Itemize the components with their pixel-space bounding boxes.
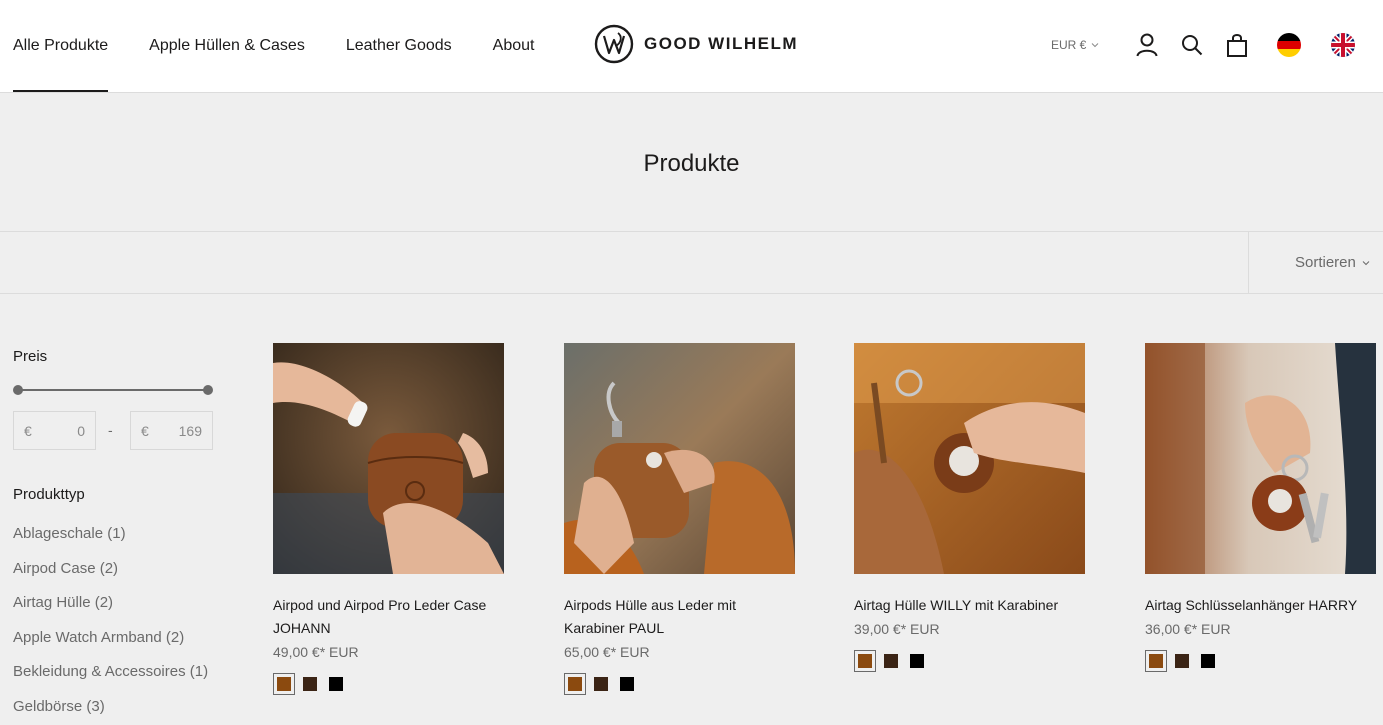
flag-uk-icon[interactable] xyxy=(1331,33,1355,57)
swatch-dark-brown[interactable] xyxy=(299,673,321,695)
swatch-cognac[interactable] xyxy=(854,650,876,672)
swatch-cognac[interactable] xyxy=(1145,650,1167,672)
logo[interactable]: GOOD WILHELM xyxy=(594,24,798,64)
product-price: 65,00 €* EUR xyxy=(564,644,650,660)
filter-item-airpod-case[interactable]: Airpod Case (2) xyxy=(13,558,208,593)
color-swatches xyxy=(854,650,1085,672)
swatch-black[interactable] xyxy=(906,650,928,672)
swatch-dark-brown[interactable] xyxy=(880,650,902,672)
product-title[interactable]: Airpod und Airpod Pro Leder Case JOHANN xyxy=(273,594,504,640)
product-image[interactable] xyxy=(1145,343,1376,574)
product-title[interactable]: Airtag Hülle WILLY mit Karabiner xyxy=(854,594,1085,617)
swatch-cognac[interactable] xyxy=(564,673,586,695)
sort-label: Sortieren xyxy=(1295,254,1356,271)
product-type-heading: Produkttyp xyxy=(13,486,85,503)
collection-toolbar: Sortieren xyxy=(0,232,1383,294)
swatch-black[interactable] xyxy=(325,673,347,695)
cart-icon[interactable] xyxy=(1225,32,1249,58)
collection-header: Produkte xyxy=(0,93,1383,232)
slider-handle-min[interactable] xyxy=(13,385,23,395)
slider-track xyxy=(18,389,208,391)
currency-label: EUR € xyxy=(1051,38,1087,52)
nav-item-leather-goods[interactable]: Leather Goods xyxy=(346,0,452,92)
product-title[interactable]: Airtag Schlüsselanhänger HARRY xyxy=(1145,594,1376,617)
search-icon[interactable] xyxy=(1180,32,1204,58)
price-min-input[interactable] xyxy=(31,422,85,439)
price-min-field[interactable]: € xyxy=(13,411,96,450)
color-swatches xyxy=(273,673,504,695)
flag-de-icon[interactable] xyxy=(1277,33,1301,57)
price-range-slider[interactable] xyxy=(13,384,213,396)
swatch-dark-brown[interactable] xyxy=(1171,650,1193,672)
price-filter-heading: Preis xyxy=(13,348,48,365)
price-separator: - xyxy=(108,422,113,438)
color-swatches xyxy=(1145,650,1376,672)
filter-item-apple-watch-armband[interactable]: Apple Watch Armband (2) xyxy=(13,627,208,662)
swatch-cognac[interactable] xyxy=(273,673,295,695)
product-card: Airpods Hülle aus Leder mit Karabiner PA… xyxy=(564,343,795,695)
swatch-black[interactable] xyxy=(1197,650,1219,672)
product-price: 39,00 €* EUR xyxy=(854,621,940,637)
currency-selector[interactable]: EUR € xyxy=(1051,38,1099,52)
filter-item-bekleidung[interactable]: Bekleidung & Accessoires (1) xyxy=(13,661,208,696)
currency-symbol: € xyxy=(24,422,32,439)
nav-item-about[interactable]: About xyxy=(493,0,535,92)
chevron-down-icon xyxy=(1362,260,1370,265)
product-type-list: Ablageschale (1) Airpod Case (2) Airtag … xyxy=(13,523,208,725)
page-title: Produkte xyxy=(643,150,740,177)
site-header: Alle Produkte Apple Hüllen & Cases Leath… xyxy=(0,0,1383,93)
color-swatches xyxy=(564,673,795,695)
sort-button[interactable]: Sortieren xyxy=(1248,232,1383,293)
product-image[interactable] xyxy=(854,343,1085,574)
product-card: Airtag Hülle WILLY mit Karabiner 39,00 €… xyxy=(854,343,1085,672)
swatch-black[interactable] xyxy=(616,673,638,695)
logo-text: GOOD WILHELM xyxy=(644,34,798,53)
filter-item-airtag-huelle[interactable]: Airtag Hülle (2) xyxy=(13,592,208,627)
price-max-field[interactable]: € xyxy=(130,411,213,450)
currency-symbol: € xyxy=(141,422,149,439)
price-max-input[interactable] xyxy=(148,422,202,439)
chevron-down-icon xyxy=(1091,43,1099,48)
product-title[interactable]: Airpods Hülle aus Leder mit Karabiner PA… xyxy=(564,594,795,640)
product-card: Airtag Schlüsselanhänger HARRY 36,00 €* … xyxy=(1145,343,1376,672)
account-icon[interactable] xyxy=(1135,32,1159,58)
slider-handle-max[interactable] xyxy=(203,385,213,395)
product-card: Airpod und Airpod Pro Leder Case JOHANN … xyxy=(273,343,504,695)
filter-item-geldboerse[interactable]: Geldbörse (3) xyxy=(13,696,208,725)
product-image[interactable] xyxy=(564,343,795,574)
nav-item-alle-produkte[interactable]: Alle Produkte xyxy=(13,0,109,92)
swatch-dark-brown[interactable] xyxy=(590,673,612,695)
filter-item-ablageschale[interactable]: Ablageschale (1) xyxy=(13,523,208,558)
logo-mark-icon xyxy=(594,24,634,64)
nav-item-apple-huellen[interactable]: Apple Hüllen & Cases xyxy=(149,0,305,92)
product-image[interactable] xyxy=(273,343,504,574)
product-price: 49,00 €* EUR xyxy=(273,644,359,660)
product-price: 36,00 €* EUR xyxy=(1145,621,1231,637)
main-nav: Alle Produkte Apple Hüllen & Cases Leath… xyxy=(13,0,575,92)
